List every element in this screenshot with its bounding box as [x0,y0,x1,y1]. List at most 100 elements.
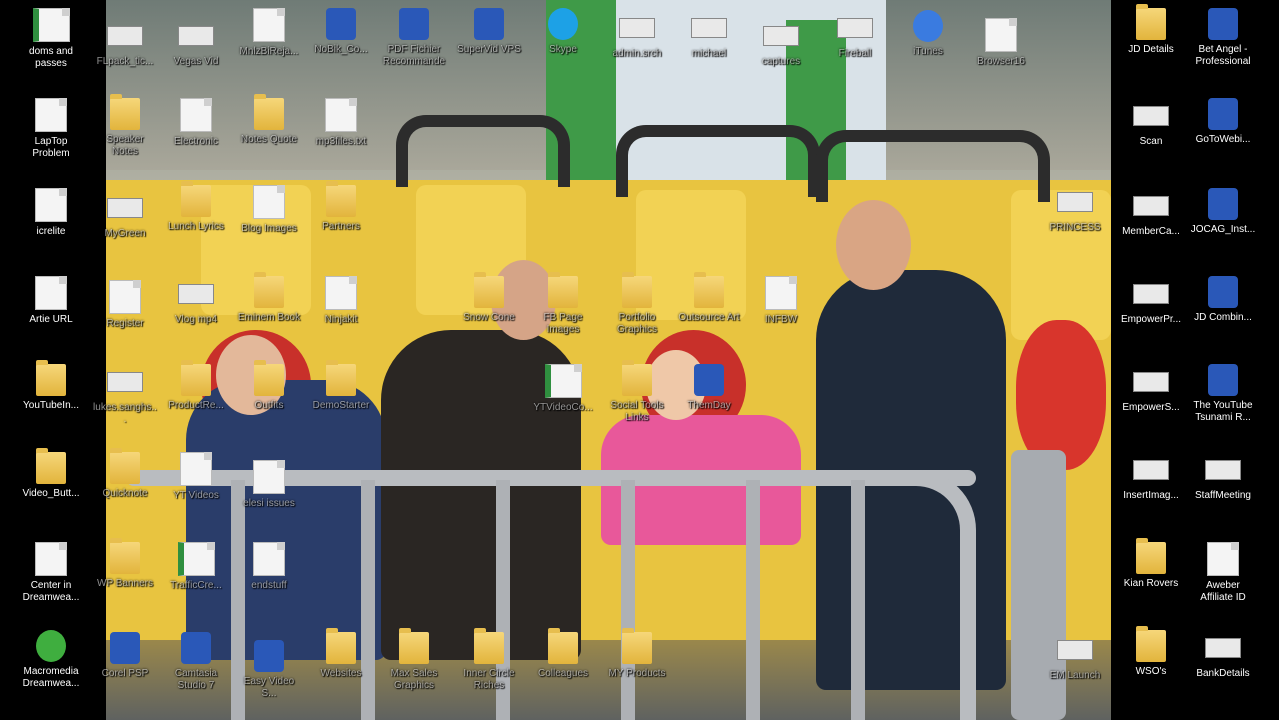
desktop-icon-label: The YouTube Tsunami R... [1193,400,1253,423]
desktop-icon[interactable]: Blog Images [236,185,302,235]
desktop-icon[interactable]: JD Details [1118,4,1184,56]
folder-icon [1136,4,1166,40]
desktop-icon[interactable]: Macromedia Dreamwea... [18,630,84,690]
image-icon [178,284,214,304]
desktop-icon[interactable]: Corel PSP [92,632,158,680]
desktop-icon[interactable]: lukes.sanghs... [92,364,158,426]
desktop-icon[interactable]: ProductRe... [163,360,229,412]
desktop-icon[interactable]: SuperVid VPS [456,8,522,56]
desktop-icon[interactable]: WP Banners [92,538,158,590]
desktop-icon[interactable]: JD Combin... [1190,276,1256,324]
desktop-icon[interactable]: Fireball [822,10,888,60]
desktop-icon[interactable]: TrafficCre... [163,542,229,592]
desktop-icon[interactable]: InsertImag... [1118,452,1184,502]
desktop-icon[interactable]: michael [676,10,742,60]
skype-icon [548,8,578,40]
desktop-icon[interactable]: Scan [1118,98,1184,148]
desktop-icon[interactable]: Portfolio Graphics [604,272,670,336]
desktop-icon-label: TrafficCre... [170,580,222,591]
desktop-icon[interactable]: MY Products [604,628,670,680]
desktop-icon[interactable]: Ninjakit [308,276,374,326]
desktop-icon[interactable]: captures [748,18,814,68]
desktop-icon[interactable]: mp3files.txt [308,98,374,148]
desktop-icon[interactable]: YT Videos [163,452,229,502]
desktop-icon[interactable]: Aweber Affiliate ID [1190,542,1256,604]
document-icon [109,280,141,314]
desktop-icon[interactable]: Skype [530,8,596,56]
desktop-icon[interactable]: Websites [308,628,374,680]
desktop-icon[interactable]: Colleagues [530,628,596,680]
folder-icon [694,272,724,308]
desktop-icon[interactable]: DemoStarter [308,360,374,412]
desktop-icon[interactable]: FB Page Images [530,272,596,336]
desktop-icon[interactable]: Bet Angel - Professional [1190,8,1256,68]
desktop-icon[interactable]: iTunes [895,10,961,58]
desktop-icon[interactable]: PRINCESS [1042,184,1108,234]
desktop-icon[interactable]: FLpack_tic... [92,18,158,68]
desktop-icon[interactable]: StaffMeeting [1190,452,1256,502]
desktop-icon-label: MY Products [608,668,666,679]
desktop-icon[interactable]: Kian Rovers [1118,538,1184,590]
desktop-icon[interactable]: BankDetails [1190,630,1256,680]
desktop-icon[interactable]: GoToWebi... [1190,98,1256,146]
desktop-icon-label: elesi issues [243,498,295,509]
desktop-icon-label: Notes Quote [240,134,298,145]
desktop-icon[interactable]: Outfits [236,360,302,412]
desktop-icon[interactable]: WSO's [1118,626,1184,678]
desktop-icon-label: Center in Dreamwea... [22,580,80,603]
desktop-icon[interactable]: Snow Cone [456,272,522,324]
desktop-icon-label: Aweber Affiliate ID [1200,580,1246,603]
desktop-icon[interactable]: Lunch Lyrics [163,181,229,233]
desktop-icon[interactable]: Eminem Book [236,272,302,324]
desktop-icon[interactable]: icrelite [18,188,84,238]
excel-icon [544,364,582,398]
desktop-icon[interactable]: The YouTube Tsunami R... [1190,364,1256,424]
desktop-icon[interactable]: JOCAG_Inst... [1190,188,1256,236]
desktop-icon[interactable]: ThemDay [676,364,742,412]
desktop-icon[interactable]: Partners [308,181,374,233]
desktop-icon[interactable]: admin.srch [604,10,670,60]
desktop-icon[interactable]: EM Launch [1042,632,1108,682]
desktop-icon[interactable]: Video_Butt... [18,448,84,500]
desktop-icon-label: doms and passes [29,46,73,69]
desktop-icon[interactable]: Artie URL [18,276,84,326]
desktop-icon[interactable]: elesi issues [236,460,302,510]
desktop-icon[interactable]: Notes Quote [236,94,302,146]
desktop-icon-label: WSO's [1135,666,1167,677]
desktop-icon[interactable]: MnlzBiReja... [236,8,302,58]
desktop-icon[interactable]: EmpowerS... [1118,364,1184,414]
desktop-icon[interactable]: INFBW [748,276,814,326]
desktop-icon[interactable]: Vegas Vid [163,18,229,68]
desktop-icon[interactable]: endstuff [236,542,302,592]
desktop-icon-label: JD Details [1128,44,1174,55]
desktop-icon[interactable]: EmpowerPr... [1118,276,1184,326]
desktop-icon[interactable]: Speaker Notes [92,94,158,158]
desktop-icon-label: SuperVid VPS [457,44,521,55]
desktop-icon[interactable]: MyGreen [92,190,158,240]
desktop-icon[interactable]: YouTubeIn... [18,360,84,412]
desktop-icon[interactable]: doms and passes [18,8,84,70]
desktop-icon[interactable]: Register [92,280,158,330]
desktop-icon[interactable]: Browser16 [968,18,1034,68]
desktop-icon[interactable]: Easy Video S... [236,640,302,700]
desktop-icon[interactable]: Inner Circle Riches [456,628,522,692]
desktop-icon[interactable]: Electronic [163,98,229,148]
desktop-icon[interactable]: Social Tools Links [604,360,670,424]
desktop-icon[interactable]: Vlog mp4 [163,276,229,326]
image-icon [691,18,727,38]
desktop-icon[interactable]: Outsource Art [676,272,742,324]
desktop-icon[interactable]: Max Sales Graphics [381,628,447,692]
desktop-icon[interactable]: Camtasia Studio 7 [163,632,229,692]
desktop-icon[interactable]: PDF Fichier Recommande [381,8,447,68]
desktop-icon[interactable]: Quicknote [92,448,158,500]
app-icon [110,632,140,664]
app-icon [254,640,284,672]
desktop-icon[interactable]: NoBik_Co... [308,8,374,56]
document-icon [180,98,212,132]
desktop-icon-label: Websites [320,668,362,679]
desktop-icon[interactable]: LapTop Problem [18,98,84,160]
desktop-icon[interactable]: Center in Dreamwea... [18,542,84,604]
desktop-icon[interactable]: YTVideoCo... [530,364,596,414]
desktop-icon[interactable]: MemberCa... [1118,188,1184,238]
desktop-icon-label: captures [761,56,801,67]
